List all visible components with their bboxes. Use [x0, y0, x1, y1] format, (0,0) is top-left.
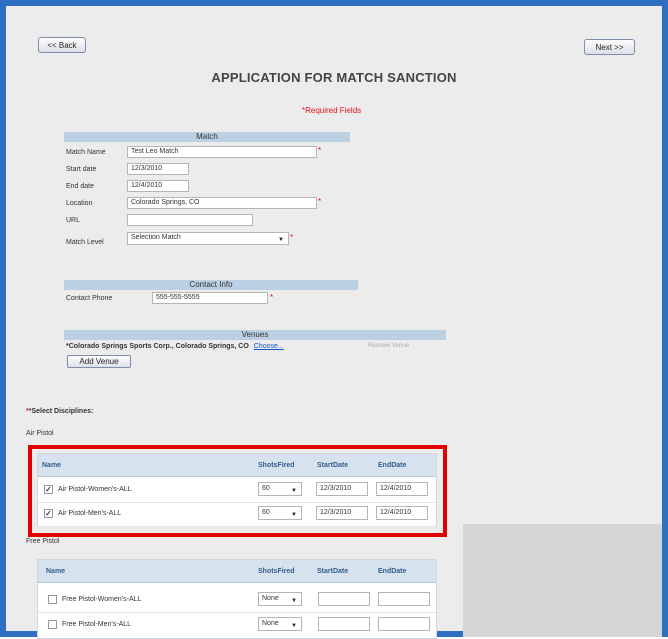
highlight-box: [28, 445, 447, 537]
dropdown-arrow-icon: ▼: [291, 623, 297, 629]
shots-fired-value: None: [262, 620, 279, 627]
select-disciplines-label: **Select Disciplines:: [26, 408, 93, 415]
end-date-input[interactable]: 12/4/2010: [127, 180, 189, 192]
match-level-label: Match Level: [66, 239, 104, 246]
select-disciplines-text: *Select Disciplines:: [28, 408, 94, 415]
gray-panel: [463, 524, 662, 637]
start-date-input[interactable]: [318, 617, 370, 631]
venue-name: *Colorado Springs Sports Corp., Colorado…: [66, 343, 249, 350]
add-venue-button[interactable]: Add Venue: [67, 355, 131, 368]
dropdown-arrow-icon: ▼: [291, 598, 297, 604]
match-level-select[interactable]: Selection Match ▼: [127, 232, 289, 245]
startdate-column-header: StartDate: [317, 568, 349, 575]
required-fields-note: *Required Fields: [302, 106, 362, 115]
shots-fired-select[interactable]: None ▼: [258, 592, 302, 606]
required-star: *: [318, 146, 322, 155]
name-column-header: Name: [46, 568, 66, 575]
free-pistol-men-checkbox[interactable]: [48, 620, 57, 629]
air-pistol-group-label: Air Pistol: [26, 430, 54, 437]
back-button[interactable]: << Back: [38, 37, 86, 53]
start-date-input[interactable]: [318, 592, 370, 606]
contact-section-header: Contact Info: [64, 280, 358, 290]
dropdown-arrow-icon: ▼: [278, 237, 284, 243]
location-label: Location: [66, 200, 93, 207]
free-pistol-group-label: Free Pistol: [26, 538, 60, 545]
match-name-label: Match Name: [66, 149, 106, 156]
end-date-input[interactable]: [378, 617, 430, 631]
venue-entry: *Colorado Springs Sports Corp., Colorado…: [66, 343, 284, 350]
required-star: *: [270, 293, 274, 302]
start-date-input[interactable]: 12/3/2010: [127, 163, 189, 175]
table-row: Free Pistol-Women's-ALL None ▼: [38, 588, 436, 613]
shots-fired-select[interactable]: None ▼: [258, 617, 302, 631]
discipline-name: Free Pistol-Women's-ALL: [62, 596, 142, 603]
page-title: APPLICATION FOR MATCH SANCTION: [211, 70, 457, 85]
discipline-name: Free Pistol-Men's-ALL: [62, 621, 132, 628]
shotsfired-column-header: ShotsFired: [258, 568, 295, 575]
table-header: Name ShotsFired StartDate EndDate: [38, 560, 436, 583]
contact-phone-label: Contact Phone: [66, 295, 113, 302]
start-date-label: Start date: [66, 166, 97, 173]
required-star: *: [290, 233, 294, 242]
match-section-header: Match: [64, 132, 350, 142]
match-level-value: Selection Match: [131, 234, 181, 241]
remove-venue-link[interactable]: Remove Venue: [368, 343, 409, 349]
free-pistol-table: Name ShotsFired StartDate EndDate Free P…: [37, 559, 437, 639]
end-date-input[interactable]: [378, 592, 430, 606]
choose-venue-link[interactable]: Choose...: [254, 343, 284, 350]
venues-section-header: Venues: [64, 330, 446, 340]
location-input[interactable]: Colorado Springs, CO: [127, 197, 317, 209]
url-label: URL: [66, 217, 81, 224]
shots-fired-value: None: [262, 595, 279, 602]
next-button[interactable]: Next >>: [584, 39, 635, 55]
match-name-input[interactable]: Test Leo Match: [127, 146, 317, 158]
url-input[interactable]: [127, 214, 253, 226]
page-content: << Back Next >> APPLICATION FOR MATCH SA…: [6, 6, 662, 639]
end-date-label: End date: [66, 183, 95, 190]
contact-phone-input[interactable]: 555-555-5555: [152, 292, 268, 304]
required-star: *: [318, 197, 322, 206]
free-pistol-women-checkbox[interactable]: [48, 595, 57, 604]
table-row: Free Pistol-Men's-ALL None ▼: [38, 613, 436, 637]
enddate-column-header: EndDate: [378, 568, 407, 575]
